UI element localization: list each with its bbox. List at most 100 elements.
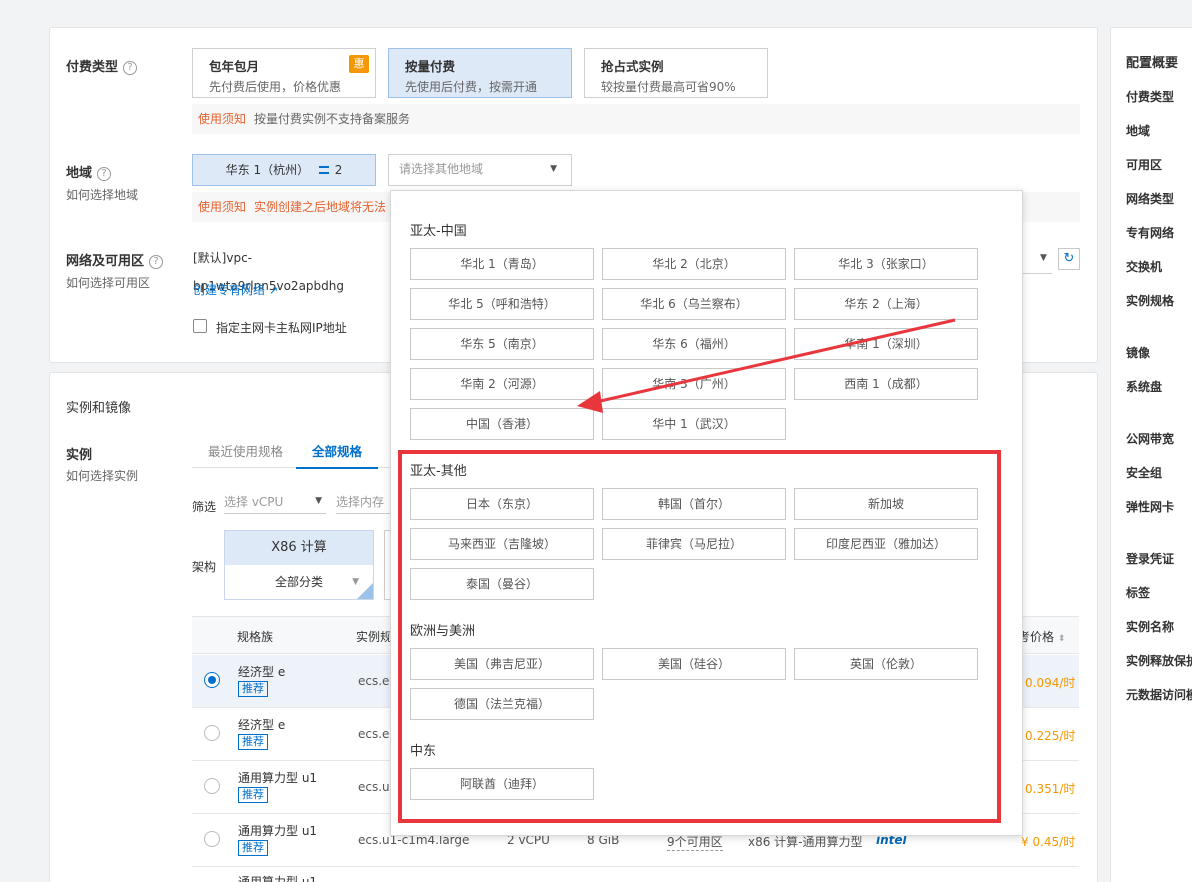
sidebar-item-login[interactable]: 登录凭证 [1126, 550, 1174, 567]
price: 0.225/时 [1025, 729, 1076, 743]
column-header-price[interactable]: 考价格 ⬍ [1018, 628, 1065, 645]
notice-tag[interactable]: 使用须知 [198, 200, 246, 214]
recommend-badge: 推荐 [238, 734, 268, 750]
family-name: 通用算力型 u1 [238, 771, 318, 785]
filter-label: 筛选 [192, 500, 217, 514]
instance-label: 实例 [66, 448, 93, 463]
column-header-spec[interactable]: 实例规 [356, 628, 392, 645]
region-option[interactable]: 华北 5（呼和浩特） [410, 288, 594, 320]
column-header-family[interactable]: 规格族 [237, 628, 273, 645]
row-radio[interactable] [204, 778, 220, 794]
recommend-badge: 推荐 [238, 681, 268, 697]
family-name: 经济型 e [238, 718, 286, 732]
billing-option-desc: 先付费后使用，价格优惠 [209, 80, 342, 94]
sidebar-item-instance-spec[interactable]: 实例规格 [1126, 292, 1174, 309]
region-option[interactable]: 华东 5（南京） [410, 328, 594, 360]
billing-option-subscription[interactable]: 包年包月 先付费后使用，价格优惠 惠 [192, 48, 376, 98]
region-help-link[interactable]: 如何选择地域 [66, 186, 138, 203]
arch-x86-card[interactable]: X86 计算 全部分类 ▼ [224, 530, 374, 600]
region-option[interactable]: 华东 6（福州） [602, 328, 786, 360]
help-icon[interactable]: ? [97, 167, 112, 181]
row-radio[interactable] [204, 672, 220, 688]
recommend-badge: 推荐 [238, 787, 268, 803]
arch-name: X86 计算 [225, 531, 373, 565]
region-option[interactable]: 华北 2（北京） [602, 248, 786, 280]
help-icon[interactable]: ? [149, 255, 164, 269]
billing-option-pay-as-you-go[interactable]: 按量付费 先使用后付费，按需开通 [388, 48, 572, 98]
recommend-badge: 推荐 [238, 840, 268, 856]
private-ip-checkbox[interactable] [193, 319, 207, 333]
sidebar-item-system-disk[interactable]: 系统盘 [1126, 378, 1162, 395]
sidebar-item-instance-name[interactable]: 实例名称 [1126, 618, 1174, 635]
refresh-icon: ↻ [1063, 251, 1075, 266]
sidebar-item-security-group[interactable]: 安全组 [1126, 464, 1162, 481]
region-option[interactable]: 华东 2（上海） [794, 288, 978, 320]
region-selected-label: 华东 1（杭州） [225, 163, 310, 177]
other-region-select[interactable]: 请选择其他地域 ▼ [388, 154, 572, 186]
chevron-down-icon: ▼ [315, 496, 322, 506]
region-option[interactable]: 华北 1（青岛） [410, 248, 594, 280]
tab-all-specs[interactable]: 全部规格 [296, 437, 379, 469]
billing-option-title: 按量付费 [405, 59, 456, 74]
region-option[interactable]: 华中 1（武汉） [602, 408, 786, 440]
sidebar-item-image[interactable]: 镜像 [1126, 344, 1150, 361]
other-region-placeholder: 请选择其他地域 [399, 162, 484, 176]
notice-tag[interactable]: 使用须知 [198, 112, 246, 126]
region-selected-button[interactable]: 华东 1（杭州） 2 [192, 154, 376, 186]
vcpu-filter[interactable]: 选择 vCPU ▼ [224, 490, 326, 514]
billing-option-spot[interactable]: 抢占式实例 较按量付费最高可省90% [584, 48, 768, 98]
memory-filter[interactable]: 选择内存 [336, 490, 390, 514]
sidebar-item-eni[interactable]: 弹性网卡 [1126, 498, 1174, 515]
region-label: 地域? [66, 162, 112, 181]
price: 0.094/时 [1025, 676, 1076, 690]
row-radio[interactable] [204, 831, 220, 847]
row-radio[interactable] [204, 725, 220, 741]
price: 0.351/时 [1025, 782, 1076, 796]
private-ip-label: 指定主网卡主私网IP地址 [216, 321, 347, 335]
arch-category[interactable]: 全部分类 ▼ [225, 565, 373, 599]
region-option[interactable]: 中国（香港） [410, 408, 594, 440]
external-link-icon: ↗ [268, 284, 279, 297]
sidebar-item-metadata[interactable]: 元数据访问模 [1126, 686, 1192, 703]
region-option[interactable]: 华北 6（乌兰察布） [602, 288, 786, 320]
billing-option-desc: 先使用后付费，按需开通 [405, 80, 538, 94]
sidebar-item-bandwidth[interactable]: 公网带宽 [1126, 430, 1174, 447]
section-title: 实例和镜像 [66, 401, 132, 416]
sidebar-item-vswitch[interactable]: 交换机 [1126, 258, 1162, 275]
vswitch-select[interactable]: ▼ [1022, 244, 1052, 274]
region-option[interactable]: 西南 1（成都） [794, 368, 978, 400]
family-name: 通用算力型 u1 [238, 824, 318, 838]
region-option[interactable]: 华南 1（深圳） [794, 328, 978, 360]
billing-label: 付费类型? [66, 56, 138, 75]
sidebar-item-billing[interactable]: 付费类型 [1126, 88, 1174, 105]
refresh-button[interactable]: ↻ [1058, 248, 1080, 270]
zone-help-link[interactable]: 如何选择可用区 [66, 274, 150, 291]
vpc-select[interactable]: [默认]vpc-bp1wta9rlnn5vo2apbdhg [190, 244, 390, 293]
sidebar-item-network-type[interactable]: 网络类型 [1126, 190, 1174, 207]
sidebar-title: 配置概要 [1126, 56, 1179, 71]
sidebar-item-tags[interactable]: 标签 [1126, 584, 1150, 601]
billing-option-desc: 较按量付费最高可省90% [601, 80, 736, 94]
region-option[interactable]: 华南 2（河源） [410, 368, 594, 400]
tab-recent-specs[interactable]: 最近使用规格 [208, 437, 283, 469]
sidebar-item-release-protection[interactable]: 实例释放保护 [1126, 652, 1192, 669]
sidebar-item-region[interactable]: 地域 [1126, 122, 1150, 139]
vcpu-filter-placeholder: 选择 vCPU [224, 495, 284, 509]
zone-count-icon [318, 166, 329, 174]
sidebar-item-vpc[interactable]: 专有网络 [1126, 224, 1174, 241]
family-name: 经济型 e [238, 665, 286, 679]
billing-option-title: 抢占式实例 [601, 59, 664, 74]
zone-count: 2 [334, 163, 343, 177]
help-icon[interactable]: ? [123, 61, 138, 75]
highlight-box [398, 450, 1001, 823]
instance-help-link[interactable]: 如何选择实例 [66, 467, 138, 484]
sidebar-item-zone[interactable]: 可用区 [1126, 156, 1162, 173]
table-row[interactable]: 通用算力型 u1 [192, 867, 1079, 882]
sort-icon: ⬍ [1057, 634, 1066, 644]
price: ¥ 0.45/时 [1021, 835, 1076, 849]
region-option[interactable]: 华南 3（广州） [602, 368, 786, 400]
region-option[interactable]: 华北 3（张家口） [794, 248, 978, 280]
family-name: 通用算力型 u1 [238, 875, 318, 882]
create-vpc-link[interactable]: 创建专有网络 ↗ [193, 281, 278, 298]
group-title-apac-china: 亚太-中国 [410, 224, 467, 239]
